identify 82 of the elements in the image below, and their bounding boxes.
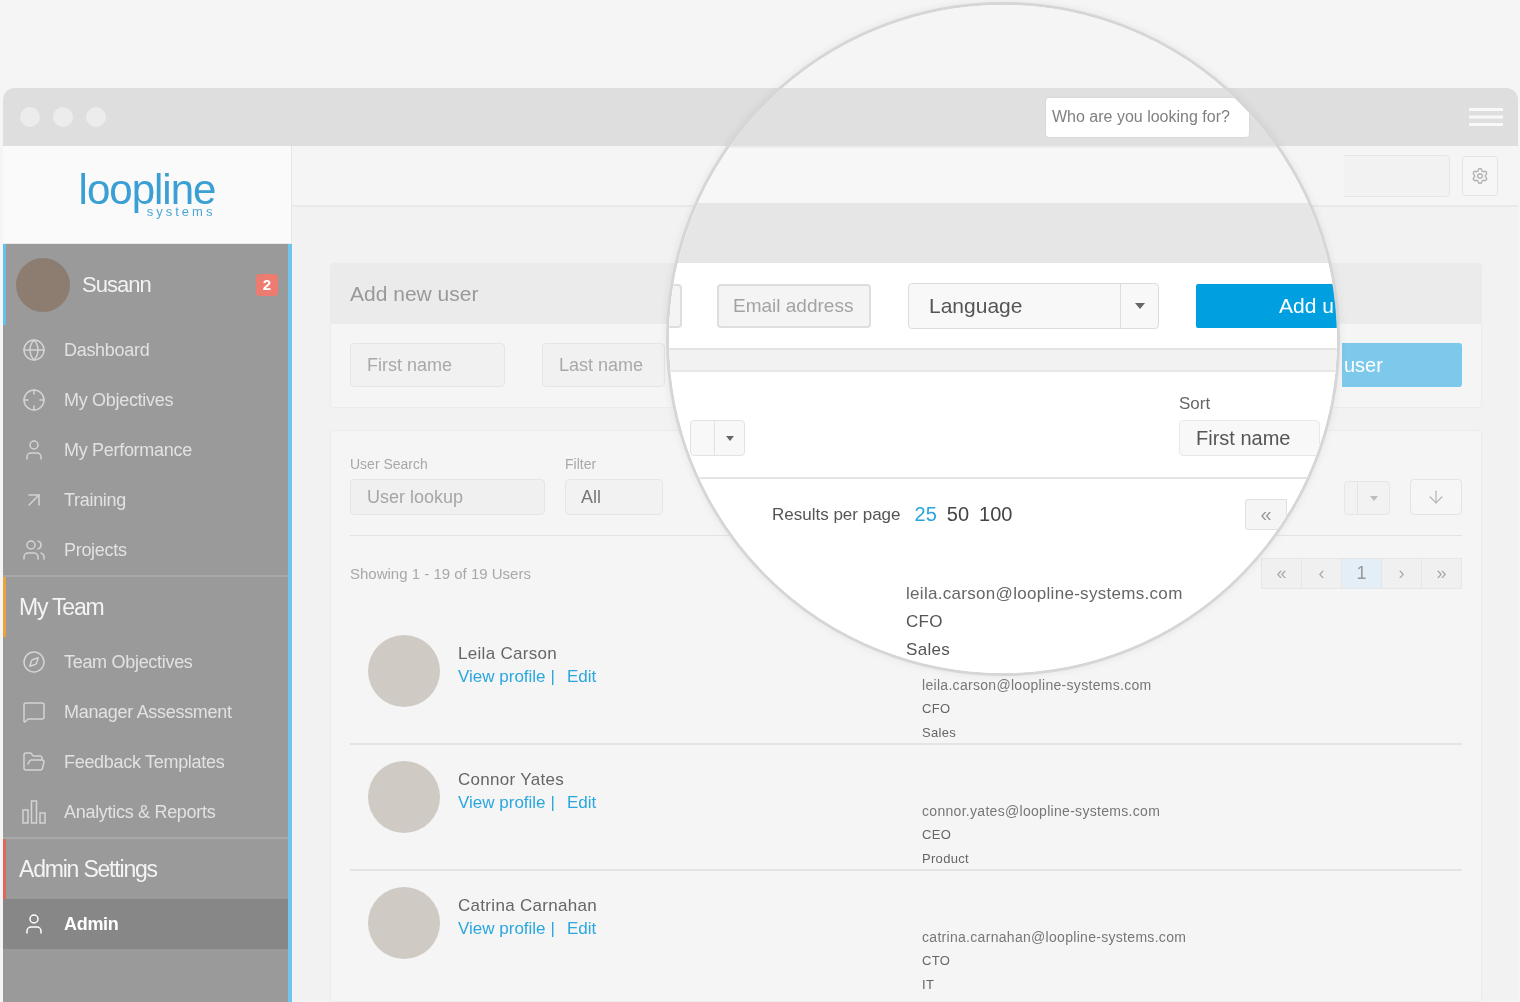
select-field[interactable]	[1344, 481, 1390, 515]
sort-select[interactable]: First name	[1179, 420, 1320, 456]
input-field[interactable]: Last name	[542, 343, 665, 387]
sidebar-item[interactable]: Manager Assessment	[3, 687, 288, 737]
job-title: CTO	[922, 952, 951, 970]
section-heading: My Team	[19, 593, 104, 621]
email-text: connor.yates@loopline-systems.com	[922, 802, 1161, 821]
add-user-button[interactable]: user	[1342, 343, 1462, 387]
page-size-option[interactable]: 100	[979, 503, 1013, 526]
crosshair-icon	[22, 388, 46, 412]
job-title: CFO	[922, 700, 951, 718]
input-field[interactable]	[669, 283, 682, 328]
profile-row[interactable]: Susann 2	[3, 244, 288, 325]
user-name: Connor Yates	[458, 769, 564, 791]
caret-icon	[1134, 302, 1145, 309]
compass-icon	[22, 650, 46, 674]
page-button[interactable]: »	[1421, 558, 1462, 589]
email-text: leila.carson@loopline-systems.com	[922, 676, 1152, 695]
field-label: Sort	[1179, 394, 1212, 414]
text-link[interactable]: View profile	[458, 791, 546, 815]
folder-icon	[22, 750, 46, 774]
department-text: Sales	[906, 640, 951, 660]
user-name: Susann	[82, 271, 151, 298]
people-icon	[22, 538, 46, 562]
text-link[interactable]: View profile	[458, 917, 546, 941]
field-label: User Search	[350, 455, 429, 473]
link-separator: |	[550, 792, 555, 814]
search-field[interactable]: Who are you looking for?	[1045, 96, 1250, 138]
panel-title: Add new user	[350, 282, 479, 306]
sidebar-item[interactable]: My Performance	[3, 425, 288, 475]
page-button[interactable]: «	[1245, 499, 1287, 530]
globe-icon	[22, 338, 46, 362]
section-heading: Admin Settings	[19, 855, 157, 883]
page-button[interactable]: «	[1261, 558, 1302, 589]
user-name: Catrina Carnahan	[458, 895, 597, 917]
filter-select[interactable]: All	[565, 479, 663, 515]
department-text: Product	[922, 850, 969, 868]
page-button[interactable]: ›	[1381, 558, 1422, 589]
page-button[interactable]: 1	[1341, 558, 1382, 589]
page-size-option[interactable]: 25	[914, 503, 937, 526]
language-select[interactable]: Language	[908, 282, 1159, 329]
notification-badge: 2	[256, 273, 278, 296]
add-user-button[interactable]: Add u	[1196, 283, 1337, 328]
link-separator: |	[550, 666, 555, 688]
avatar-placeholder	[16, 257, 70, 312]
user-name: Leila Carson	[458, 643, 558, 665]
field-label: Results per page	[772, 504, 901, 525]
results-summary: Showing 1 - 19 of 19 Users	[350, 565, 531, 582]
sidebar-item[interactable]: Team Objectives	[3, 637, 288, 687]
bar-chart-icon	[22, 800, 46, 824]
text-link[interactable]: Edit	[567, 791, 597, 815]
select-field[interactable]	[690, 420, 745, 456]
text-link[interactable]: Edit	[567, 917, 597, 941]
department-text: Sales	[922, 724, 957, 742]
input-field[interactable]: Email address	[717, 283, 871, 328]
page-size-option[interactable]: 50	[946, 503, 970, 526]
menu-icon[interactable]	[1469, 108, 1503, 126]
arrow-button[interactable]	[1410, 479, 1462, 515]
text-link[interactable]: View profile	[458, 665, 546, 689]
input-field[interactable]: First name	[350, 343, 505, 387]
job-title: CFO	[906, 612, 943, 632]
sidebar-item[interactable]: Dashboard	[3, 325, 288, 375]
email-text: leila.carson@loopline-systems.com	[906, 584, 1183, 604]
sidebar-item[interactable]: Admin	[3, 899, 288, 949]
field-label: Filter	[565, 455, 598, 473]
email-text: catrina.carnahan@loopline-systems.com	[922, 928, 1187, 947]
sidebar-item[interactable]: My Objectives	[3, 375, 288, 425]
page-button[interactable]: ‹	[1301, 558, 1342, 589]
sidebar-item[interactable]: Analytics & Reports	[3, 787, 288, 837]
sidebar-item[interactable]: Training	[3, 475, 288, 525]
caret-icon	[1369, 495, 1378, 501]
settings-icon	[1471, 166, 1489, 185]
caret-icon	[725, 435, 734, 441]
sidebar-item[interactable]: Projects	[3, 525, 288, 575]
speech-bubble-icon	[22, 700, 46, 724]
department-text: IT	[922, 976, 935, 994]
link-separator: |	[550, 918, 555, 940]
settings-button[interactable]	[1462, 155, 1498, 196]
search-field[interactable]: User lookup	[350, 479, 545, 515]
sidebar-item[interactable]: Feedback Templates	[3, 737, 288, 787]
text-link[interactable]: Edit	[567, 665, 597, 689]
job-title: CEO	[922, 826, 952, 844]
